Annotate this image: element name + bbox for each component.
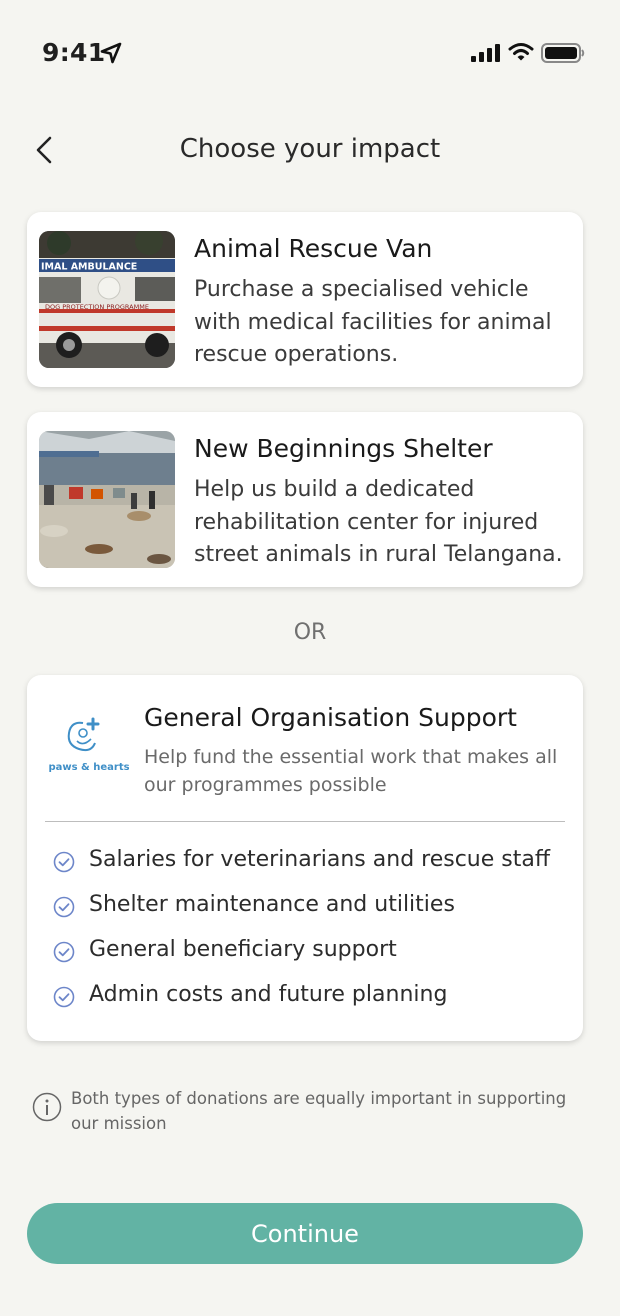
project-title: Animal Rescue Van xyxy=(194,234,433,263)
status-time: 9:41 xyxy=(42,38,106,67)
project-card-rescue-van[interactable]: IMAL AMBULANCE DOG PROTECTION PROGRAMME … xyxy=(27,212,583,387)
general-support-card[interactable]: paws & hearts General Organisation Suppo… xyxy=(27,675,583,1041)
project-description: Purchase a specialised vehicle with medi… xyxy=(194,277,552,367)
general-support-title: General Organisation Support xyxy=(144,703,517,732)
project-card-shelter[interactable]: New Beginnings Shelter Help us build a d… xyxy=(27,412,583,587)
info-note-text: Both types of donations are equally impo… xyxy=(71,1089,567,1133)
logo-text: paws & hearts xyxy=(49,762,129,773)
benefit-text: General beneficiary support xyxy=(89,937,397,962)
check-circle-icon xyxy=(53,986,75,1008)
status-bar: 9:41 xyxy=(0,0,620,100)
shelter-image xyxy=(39,431,175,568)
check-circle-icon xyxy=(53,851,75,873)
battery-icon xyxy=(541,43,585,63)
benefit-text: Admin costs and future planning xyxy=(89,982,448,1007)
benefit-text: Salaries for veterinarians and rescue st… xyxy=(89,847,551,872)
check-circle-icon xyxy=(53,896,75,918)
general-support-description: Help fund the essential work that makes … xyxy=(144,746,558,796)
rescue-van-image: IMAL AMBULANCE DOG PROTECTION PROGRAMME xyxy=(39,231,175,368)
info-icon xyxy=(32,1092,62,1122)
cellular-signal-icon xyxy=(471,44,500,62)
project-description: Help us build a dedicated rehabilitation… xyxy=(194,477,563,567)
van-sign: DOG PROTECTION PROGRAMME xyxy=(45,303,149,311)
van-lettering: IMAL AMBULANCE xyxy=(41,262,137,273)
divider xyxy=(45,821,565,822)
benefit-text: Shelter maintenance and utilities xyxy=(89,892,455,917)
project-title: New Beginnings Shelter xyxy=(194,434,493,463)
check-circle-icon xyxy=(53,941,75,963)
page-title: Choose your impact xyxy=(179,134,441,164)
location-arrow-icon xyxy=(100,42,122,64)
paws-and-hearts-logo: paws & hearts xyxy=(48,715,130,779)
header: Choose your impact xyxy=(0,120,620,180)
info-note: Both types of donations are equally impo… xyxy=(30,1086,590,1136)
continue-button[interactable]: Continue xyxy=(27,1203,583,1264)
wifi-icon xyxy=(508,43,534,61)
or-separator: OR xyxy=(293,620,327,645)
